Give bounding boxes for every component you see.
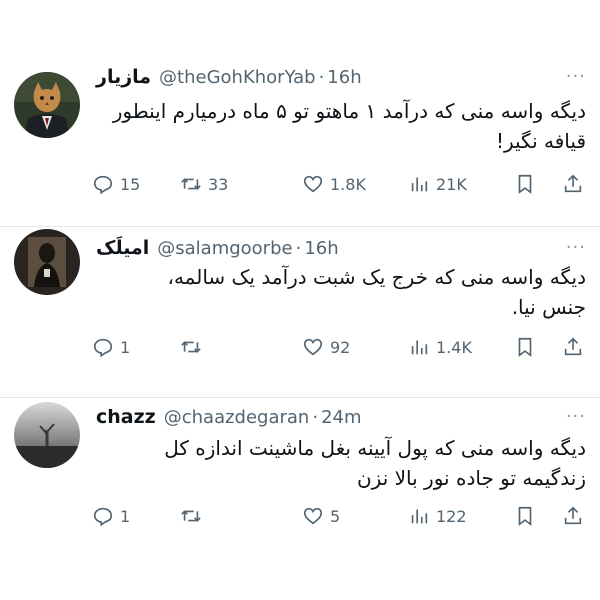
like-count: 1.8K: [330, 174, 366, 194]
bookmark-icon: [518, 506, 532, 526]
avatar[interactable]: [14, 402, 80, 468]
bookmark-icon: [518, 337, 532, 357]
share-icon: [564, 337, 582, 356]
avatar[interactable]: [14, 72, 80, 138]
display-name[interactable]: امیلَک: [96, 237, 149, 259]
share-button[interactable]: [562, 173, 584, 195]
share-icon: [564, 506, 582, 525]
like-button[interactable]: 5: [302, 505, 340, 527]
display-name[interactable]: chazz: [96, 406, 156, 428]
view-count: 1.4K: [436, 337, 472, 357]
retweet-button[interactable]: [180, 336, 208, 358]
reply-count: 1: [120, 506, 131, 526]
tweet[interactable]: مازیار @theGohKhorYab · 16h ··· دیگه واس…: [0, 56, 600, 227]
retweet-count: 33: [208, 174, 229, 194]
foggy-tree-avatar: [14, 402, 80, 468]
reply-icon: [93, 175, 113, 195]
retweet-button[interactable]: 33: [180, 173, 228, 195]
like-button[interactable]: 1.8K: [302, 173, 366, 195]
retweet-button[interactable]: [180, 505, 208, 527]
like-button[interactable]: 92: [302, 336, 350, 358]
retweet-icon: [181, 178, 201, 190]
share-icon: [564, 174, 582, 193]
bookmark-button[interactable]: [514, 173, 536, 195]
more-options-icon[interactable]: ···: [566, 66, 586, 87]
action-bar: 15 33 1.8K 21K: [92, 170, 590, 198]
bookmark-icon: [518, 174, 532, 194]
timestamp[interactable]: 16h: [304, 238, 338, 259]
bookmark-button[interactable]: [514, 336, 536, 358]
tweet[interactable]: chazz @chaazdegaran · 24m ··· دیگه واسه …: [0, 398, 600, 568]
tweet-header: مازیار @theGohKhorYab · 16h: [96, 62, 600, 92]
avatar[interactable]: [14, 229, 80, 295]
user-handle[interactable]: @theGohKhorYab: [159, 67, 316, 88]
separator: ·: [318, 66, 325, 88]
view-count: 122: [436, 506, 467, 526]
more-options-icon[interactable]: ···: [566, 237, 586, 258]
like-count: 92: [330, 337, 351, 357]
tweet[interactable]: امیلَک @salamgoorbe · 16h ··· دیگه واسه …: [0, 227, 600, 398]
views-button[interactable]: 21K: [408, 173, 467, 195]
reply-icon: [93, 338, 113, 358]
separator: ·: [295, 237, 302, 259]
views-chart-icon: [411, 177, 428, 192]
user-handle[interactable]: @chaazdegaran: [164, 407, 310, 428]
display-name[interactable]: مازیار: [96, 66, 151, 88]
heart-icon: [303, 507, 323, 525]
more-options-icon[interactable]: ···: [566, 406, 586, 427]
action-bar: 1 92 1.4K: [92, 333, 590, 361]
share-button[interactable]: [562, 336, 584, 358]
retweet-icon: [181, 510, 201, 522]
reply-count: 15: [120, 174, 141, 194]
timestamp[interactable]: 16h: [327, 67, 361, 88]
tweet-header: امیلَک @salamgoorbe · 16h: [96, 233, 600, 263]
timestamp[interactable]: 24m: [321, 407, 361, 428]
tweet-text: دیگه واسه منی که درآمد ۱ ماهتو تو ۵ ماه …: [112, 99, 586, 153]
share-button[interactable]: [562, 505, 584, 527]
action-bar: 1 5 122: [92, 502, 590, 530]
user-handle[interactable]: @salamgoorbe: [157, 238, 292, 259]
reply-button[interactable]: 1: [92, 336, 130, 358]
tweet-text: دیگه واسه منی که خرج یک شبت درآمد یک سال…: [167, 265, 586, 319]
view-count: 21K: [436, 174, 467, 194]
reply-count: 1: [120, 337, 131, 357]
tweet-text: دیگه واسه منی که پول آیینه بغل ماشینت ان…: [164, 436, 586, 490]
views-chart-icon: [411, 509, 428, 524]
reply-icon: [93, 507, 113, 527]
retweet-icon: [181, 341, 201, 353]
heart-icon: [303, 175, 323, 193]
reply-button[interactable]: 15: [92, 173, 140, 195]
like-count: 5: [330, 506, 341, 526]
views-button[interactable]: 122: [408, 505, 467, 527]
dark-portrait-avatar: [14, 229, 80, 295]
tweet-header: chazz @chaazdegaran · 24m: [96, 402, 600, 432]
cat-in-suit-avatar: [14, 72, 80, 138]
views-chart-icon: [411, 340, 428, 355]
reply-button[interactable]: 1: [92, 505, 130, 527]
separator: ·: [312, 406, 319, 428]
views-button[interactable]: 1.4K: [408, 336, 472, 358]
heart-icon: [303, 338, 323, 356]
bookmark-button[interactable]: [514, 505, 536, 527]
